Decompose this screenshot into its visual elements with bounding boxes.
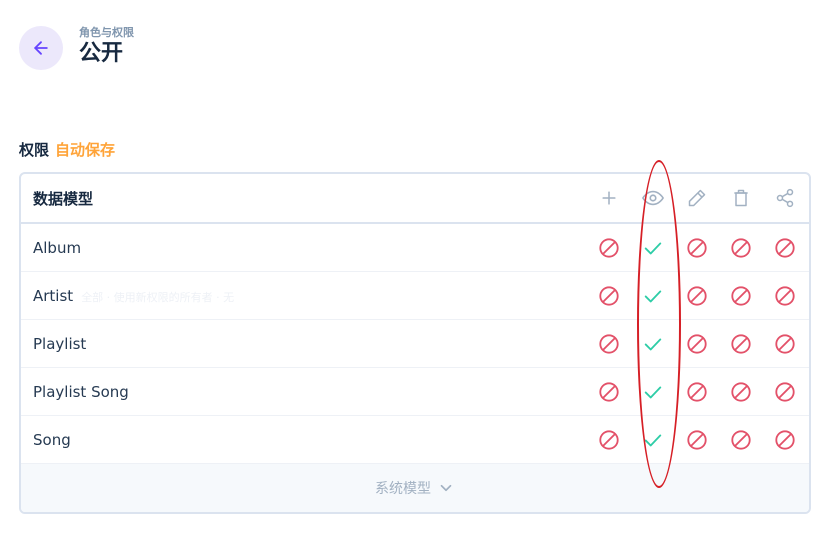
block-icon[interactable] xyxy=(685,236,709,260)
breadcrumb[interactable]: 角色与权限 xyxy=(79,26,134,40)
system-models-toggle[interactable]: 系统模型 xyxy=(21,464,809,512)
collection-name: Song xyxy=(33,431,71,449)
block-icon[interactable] xyxy=(729,380,753,404)
eye-icon[interactable] xyxy=(641,186,665,210)
check-icon[interactable] xyxy=(641,284,665,308)
check-icon[interactable] xyxy=(641,428,665,452)
block-icon[interactable] xyxy=(685,284,709,308)
collection-label: Playlist xyxy=(33,334,87,353)
block-icon[interactable] xyxy=(597,332,621,356)
table-row: Artist 全部 · 使用新权限的所有者 · 无 xyxy=(21,272,809,320)
row-hint: 全部 · 使用新权限的所有者 · 无 xyxy=(81,290,235,304)
table-row: Playlist Song xyxy=(21,368,809,416)
page-title: 公开 xyxy=(79,41,124,66)
autosave-status: 自动保存 xyxy=(55,141,116,159)
block-icon[interactable] xyxy=(597,428,621,452)
check-icon[interactable] xyxy=(641,236,665,260)
page-header: 角色与权限 公开 xyxy=(19,26,134,70)
table-row: Playlist xyxy=(21,320,809,368)
block-icon[interactable] xyxy=(729,236,753,260)
back-button[interactable] xyxy=(19,26,63,70)
table-row: Album xyxy=(21,224,809,272)
block-icon[interactable] xyxy=(773,236,797,260)
block-icon[interactable] xyxy=(597,236,621,260)
system-models-label: 系统模型 xyxy=(375,481,431,497)
permissions-table: 数据模型 Album Artist 全部 · 使用新权限的所有者 · 无 Playli… xyxy=(19,172,811,514)
section-title: 权限 xyxy=(19,141,50,159)
column-header-data-model: 数据模型 xyxy=(33,189,94,208)
block-icon[interactable] xyxy=(729,428,753,452)
block-icon[interactable] xyxy=(729,284,753,308)
chevron-down-icon xyxy=(440,484,452,492)
check-icon[interactable] xyxy=(641,332,665,356)
collection-name: Artist 全部 · 使用新权限的所有者 · 无 xyxy=(33,287,234,305)
pencil-icon[interactable] xyxy=(685,186,709,210)
block-icon[interactable] xyxy=(685,332,709,356)
table-row: Song xyxy=(21,416,809,464)
block-icon[interactable] xyxy=(685,428,709,452)
table-header-row: 数据模型 xyxy=(21,174,809,224)
block-icon[interactable] xyxy=(773,380,797,404)
block-icon[interactable] xyxy=(685,380,709,404)
block-icon[interactable] xyxy=(773,332,797,356)
trash-icon[interactable] xyxy=(729,186,753,210)
collection-label: Song xyxy=(33,430,71,449)
permissions-label: 权限 自动保存 xyxy=(19,140,115,160)
collection-label: Playlist Song xyxy=(33,382,129,401)
block-icon[interactable] xyxy=(597,284,621,308)
collection-name: Playlist Song xyxy=(33,383,129,401)
collection-name: Album xyxy=(33,239,81,257)
plus-icon[interactable] xyxy=(597,186,621,210)
check-icon[interactable] xyxy=(641,380,665,404)
collection-label: Artist xyxy=(33,286,74,305)
share-icon[interactable] xyxy=(773,186,797,210)
collection-name: Playlist xyxy=(33,335,86,353)
block-icon[interactable] xyxy=(729,332,753,356)
block-icon[interactable] xyxy=(597,380,621,404)
collection-label: Album xyxy=(33,238,82,257)
arrow-left-icon xyxy=(34,41,48,55)
block-icon[interactable] xyxy=(773,284,797,308)
block-icon[interactable] xyxy=(773,428,797,452)
